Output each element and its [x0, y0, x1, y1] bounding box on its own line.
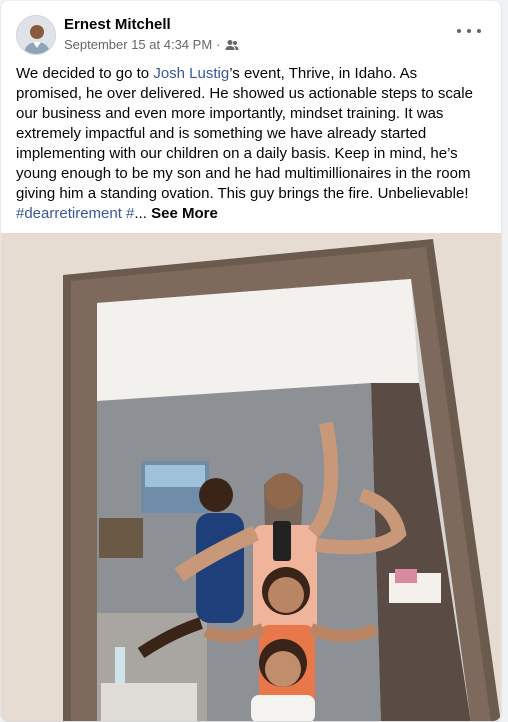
- mirror-selfie-illustration: [1, 233, 501, 721]
- meta-separator: ·: [216, 37, 221, 52]
- post-photo[interactable]: [1, 233, 501, 721]
- see-more-link[interactable]: See More: [151, 205, 218, 222]
- post-card: Ernest Mitchell September 15 at 4:34 PM …: [1, 1, 501, 721]
- avatar-image: [17, 16, 55, 54]
- more-options-icon[interactable]: [457, 21, 481, 41]
- author-avatar[interactable]: [16, 15, 56, 55]
- text-ellipsis: ...: [134, 205, 147, 222]
- post-timestamp[interactable]: September 15 at 4:34 PM: [64, 37, 212, 52]
- author-name[interactable]: Ernest Mitchell: [64, 16, 171, 33]
- post-text-body: ’s event, Thrive, in Idaho. As promised,…: [16, 65, 473, 202]
- post-meta: September 15 at 4:34 PM ·: [64, 37, 239, 52]
- mention-link[interactable]: Josh Lustig: [153, 65, 229, 82]
- hashtag-link[interactable]: #dearretirement #: [16, 205, 134, 222]
- post-text: We decided to go to Josh Lustig’s event,…: [16, 64, 486, 224]
- post-text-intro: We decided to go to: [16, 65, 154, 82]
- post-header: Ernest Mitchell September 15 at 4:34 PM …: [1, 1, 501, 61]
- friends-icon[interactable]: [225, 39, 239, 51]
